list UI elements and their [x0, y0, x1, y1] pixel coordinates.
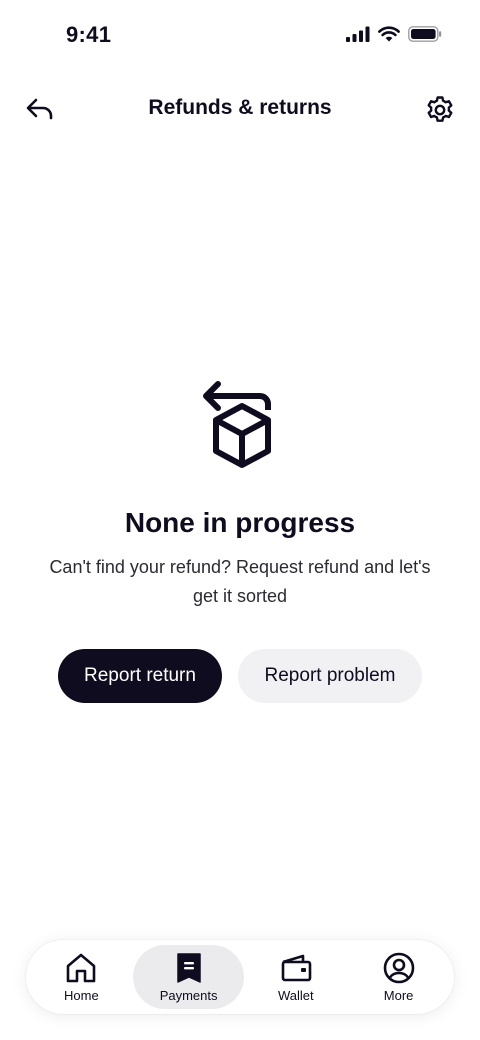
empty-state-illustration: [196, 378, 284, 470]
gear-icon: [427, 96, 453, 122]
nav-label-more: More: [383, 988, 414, 1003]
status-bar: 9:41: [0, 0, 480, 70]
bottom-nav: Home Payments Wallet More: [26, 940, 454, 1014]
page-title: Refunds & returns: [148, 96, 332, 119]
nav-item-wallet[interactable]: Wallet: [244, 945, 347, 1009]
status-icons: [346, 26, 442, 42]
nav-item-more[interactable]: More: [347, 945, 450, 1009]
settings-button[interactable]: [422, 92, 458, 128]
status-time: 9:41: [66, 22, 112, 47]
nav-label-wallet: Wallet: [277, 988, 314, 1003]
wifi-icon: [378, 26, 400, 42]
report-problem-button[interactable]: Report problem: [238, 649, 422, 703]
profile-icon: [382, 951, 416, 985]
empty-state-title: None in progress: [124, 507, 356, 538]
box-return-icon: [203, 381, 271, 468]
empty-state-description: Can't find your refund? Request refund a…: [49, 557, 431, 606]
cellular-signal-icon: [346, 26, 370, 42]
nav-item-home[interactable]: Home: [30, 945, 133, 1009]
header: Refunds & returns: [0, 84, 480, 134]
receipt-icon: [172, 951, 206, 985]
actions: Report return Report problem: [0, 649, 480, 703]
screen: 9:41 Refunds & returns None in progress …: [0, 0, 480, 1040]
nav-label-home: Home: [64, 988, 99, 1003]
report-return-button[interactable]: Report return: [58, 649, 222, 703]
nav-item-payments[interactable]: Payments: [132, 945, 245, 1009]
home-icon: [64, 951, 98, 985]
wallet-icon: [279, 951, 313, 985]
nav-label-payments: Payments: [159, 988, 218, 1003]
battery-icon: [408, 26, 442, 42]
